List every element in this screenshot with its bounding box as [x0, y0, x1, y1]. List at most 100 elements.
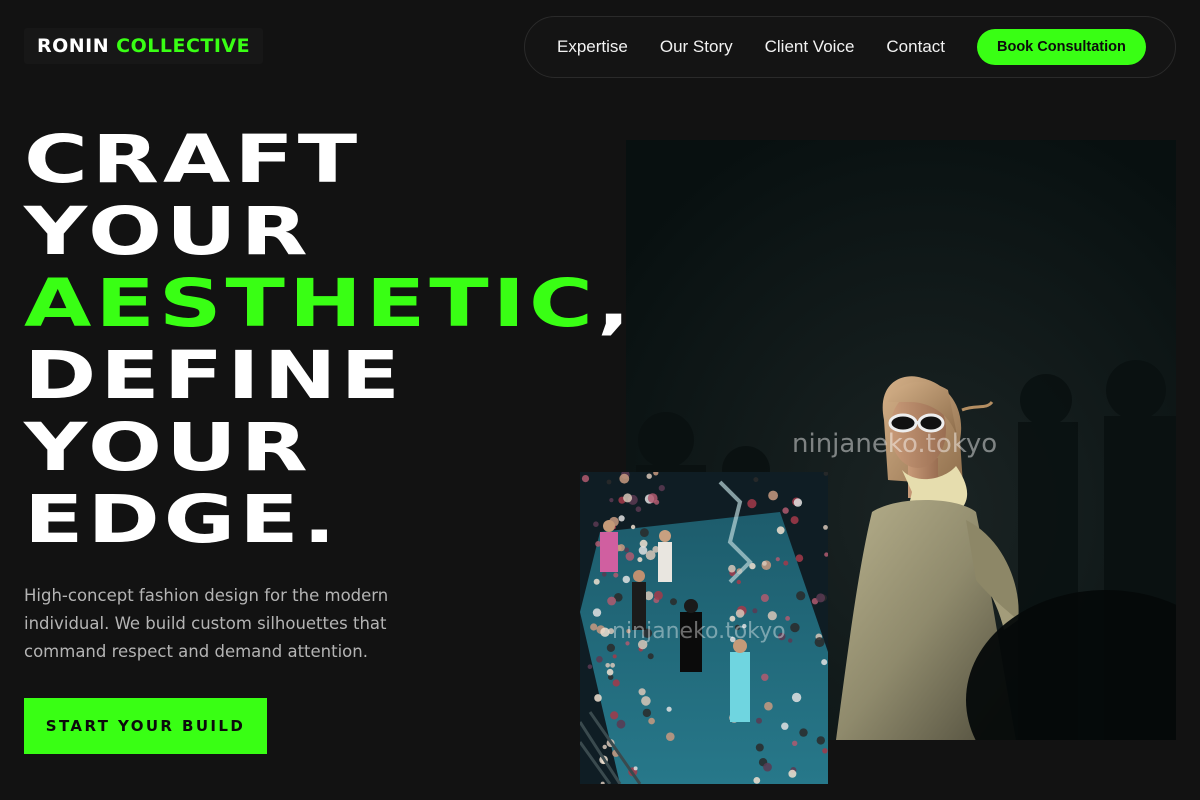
audience-member — [763, 762, 772, 772]
audience-member — [619, 473, 630, 484]
audience-member — [816, 593, 826, 603]
audience-member — [622, 575, 630, 584]
audience-member — [814, 637, 825, 648]
headline-accent-word: AESTHETIC — [24, 265, 597, 342]
audience-member — [776, 526, 785, 535]
audience-member — [762, 561, 767, 566]
audience-member — [642, 708, 652, 718]
audience-member — [625, 552, 635, 561]
audience-member — [596, 656, 603, 663]
headline-line-1: CRAFT — [24, 121, 362, 198]
audience-member — [816, 736, 825, 745]
headline-line-2: YOUR — [24, 193, 312, 270]
audience-member — [612, 654, 617, 659]
crowd-photo-watermark: ninjaneko.tokyo — [612, 619, 786, 644]
brand-logo[interactable]: RONIN COLLECTIVE — [24, 28, 264, 64]
audience-member — [790, 516, 799, 525]
audience-member — [670, 598, 677, 606]
audience-member — [666, 732, 675, 741]
audience-member — [638, 546, 648, 555]
audience-member — [600, 627, 610, 637]
description-line-3: command respect and demand attention. — [24, 642, 368, 661]
audience-member — [648, 717, 655, 725]
audience-member — [581, 475, 590, 483]
audience-member — [653, 590, 663, 600]
audience-member — [728, 564, 736, 573]
nav-link-contact[interactable]: Contact — [886, 37, 945, 57]
audience-member — [610, 711, 619, 720]
audience-member — [793, 498, 803, 507]
audience-member — [753, 777, 761, 784]
model-photo-watermark: ninjaneko.tokyo — [792, 429, 997, 459]
runway-crowd-illustration: ninjaneko.tokyo — [580, 472, 828, 784]
audience-member — [753, 477, 759, 483]
audience-member — [799, 728, 808, 737]
audience-member — [605, 663, 610, 668]
audience-member — [666, 706, 672, 712]
audience-member — [640, 528, 649, 537]
hero-description: High-concept fashion design for the mode… — [24, 582, 424, 666]
audience-member — [593, 578, 600, 585]
audience-member — [823, 525, 828, 530]
audience-member — [630, 524, 636, 530]
headline-line-6: EDGE. — [24, 481, 340, 558]
audience-member — [782, 507, 789, 514]
audience-member — [822, 748, 828, 754]
audience-member — [602, 572, 607, 577]
audience-member — [593, 521, 599, 527]
nav-link-client-voice[interactable]: Client Voice — [765, 37, 855, 57]
audience-member — [609, 498, 614, 503]
runway-crowd-photo: ninjaneko.tokyo — [580, 472, 828, 784]
audience-member — [821, 659, 828, 666]
audience-member — [613, 572, 619, 578]
audience-member — [785, 616, 790, 621]
audience-member — [761, 673, 769, 681]
audience-member — [775, 557, 780, 562]
audience-member — [617, 544, 625, 552]
book-consultation-button[interactable]: Book Consultation — [977, 29, 1146, 65]
audience-member — [606, 479, 612, 485]
nav-link-expertise[interactable]: Expertise — [557, 37, 628, 57]
audience-member — [768, 490, 778, 501]
audience-member — [796, 591, 806, 601]
audience-member — [587, 664, 593, 669]
audience-member — [616, 719, 626, 729]
audience-member — [788, 769, 797, 778]
audience-member — [791, 692, 802, 703]
description-line-2: individual. We build custom silhouettes … — [24, 614, 387, 633]
headline-line-4: DEFINE — [24, 337, 404, 414]
audience-member — [610, 662, 615, 668]
audience-member — [592, 608, 602, 617]
audience-member — [646, 473, 652, 479]
audience-member — [647, 653, 654, 660]
audience-member — [612, 679, 620, 687]
audience-member — [756, 717, 762, 724]
audience-member — [638, 688, 646, 696]
start-your-build-button[interactable]: START YOUR BUILD — [24, 698, 267, 754]
audience-member — [760, 594, 769, 602]
headline-line-3: AESTHETIC, — [24, 268, 634, 340]
audience-member — [624, 547, 630, 553]
audience-member — [618, 515, 625, 522]
audience-member — [764, 701, 773, 711]
audience-member — [788, 638, 793, 643]
brand-word-collective: COLLECTIVE — [116, 35, 251, 57]
audience-member — [735, 609, 745, 618]
audience-member — [641, 696, 651, 706]
description-line-1: High-concept fashion design for the mode… — [24, 586, 389, 605]
audience-member — [607, 596, 616, 606]
audience-member — [590, 623, 598, 631]
top-nav: Expertise Our Story Client Voice Contact… — [524, 16, 1176, 78]
nav-link-our-story[interactable]: Our Story — [660, 37, 733, 57]
audience-member — [594, 694, 602, 702]
audience-member — [637, 557, 643, 563]
audience-member — [606, 643, 615, 652]
landing-page: RONIN COLLECTIVE Expertise Our Story Cli… — [0, 0, 1200, 800]
audience-member — [781, 722, 789, 730]
audience-member — [736, 579, 741, 585]
audience-member — [795, 554, 804, 562]
audience-member — [654, 499, 660, 505]
audience-member — [755, 743, 764, 752]
audience-member — [752, 608, 758, 614]
audience-member — [783, 560, 789, 566]
